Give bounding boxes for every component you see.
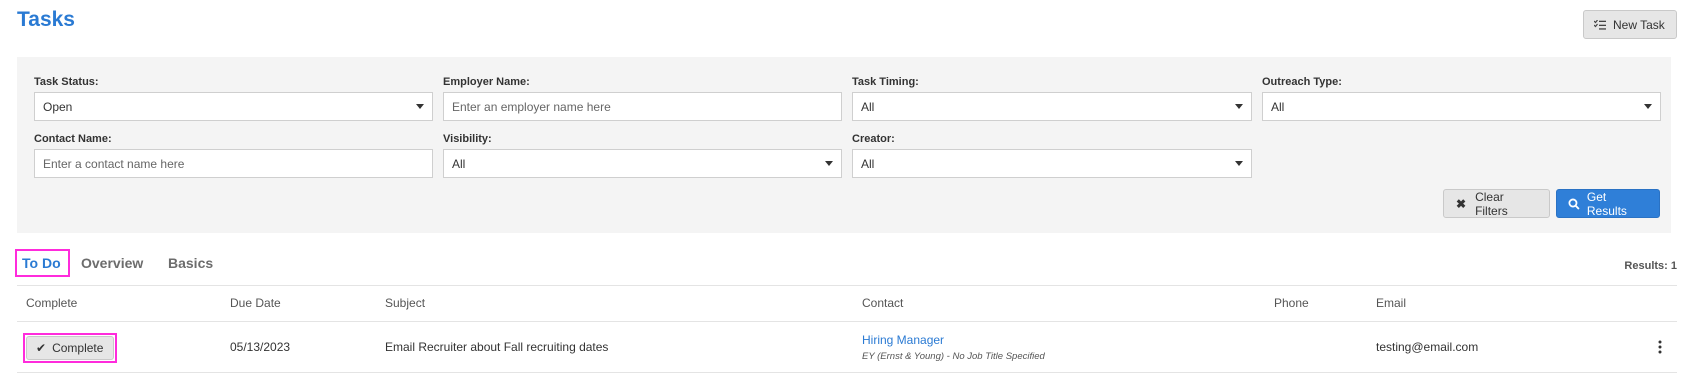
get-results-button[interactable]: Get Results	[1556, 189, 1660, 218]
visibility-label: Visibility:	[443, 133, 492, 145]
outreach-type-label: Outreach Type:	[1262, 76, 1342, 88]
creator-select[interactable]: All	[852, 149, 1252, 178]
task-status-label: Task Status:	[34, 76, 99, 88]
checklist-icon	[1594, 19, 1606, 30]
task-timing-select[interactable]: All	[852, 92, 1252, 121]
tab-overview[interactable]: Overview	[81, 255, 143, 271]
creator-value: All	[861, 156, 875, 171]
subject-cell: Email Recruiter about Fall recruiting da…	[385, 340, 609, 354]
column-header-email: Email	[1376, 296, 1407, 310]
new-task-button[interactable]: New Task	[1583, 10, 1677, 39]
creator-label: Creator:	[852, 133, 895, 145]
caret-down-icon	[825, 161, 833, 166]
complete-button[interactable]: ✔ Complete	[26, 336, 114, 360]
page-title: Tasks	[17, 8, 75, 31]
tab-basics[interactable]: Basics	[168, 255, 213, 271]
outreach-type-value: All	[1271, 99, 1285, 114]
column-header-phone: Phone	[1274, 296, 1309, 310]
visibility-select[interactable]: All	[443, 149, 842, 178]
email-cell: testing@email.com	[1376, 340, 1479, 354]
task-status-select[interactable]: Open	[34, 92, 433, 121]
task-timing-label: Task Timing:	[852, 76, 919, 88]
results-count: Results: 1	[1624, 260, 1677, 272]
employer-name-label: Employer Name:	[443, 76, 530, 88]
due-date-cell: 05/13/2023	[230, 340, 291, 354]
contact-name-label: Contact Name:	[34, 133, 112, 145]
complete-button-label: Complete	[52, 341, 104, 355]
close-icon: ✖	[1456, 196, 1467, 211]
task-status-value: Open	[43, 99, 73, 114]
new-task-label: New Task	[1613, 17, 1665, 32]
search-icon	[1568, 198, 1580, 210]
checkmark-icon: ✔	[36, 341, 47, 355]
caret-down-icon	[416, 104, 424, 109]
visibility-value: All	[452, 156, 466, 171]
outreach-type-select[interactable]: All	[1262, 92, 1661, 121]
caret-down-icon	[1644, 104, 1652, 109]
task-timing-value: All	[861, 99, 875, 114]
employer-name-input[interactable]	[443, 92, 842, 121]
clear-filters-button[interactable]: ✖ Clear Filters	[1443, 189, 1550, 218]
column-header-contact: Contact	[862, 296, 904, 310]
caret-down-icon	[1235, 161, 1243, 166]
more-options-icon[interactable]	[1656, 340, 1664, 354]
column-header-complete: Complete	[26, 296, 78, 310]
contact-name-link[interactable]: Hiring Manager	[862, 333, 944, 347]
contact-detail: EY (Ernst & Young) - No Job Title Specif…	[862, 351, 1045, 362]
column-header-due-date: Due Date	[230, 296, 281, 310]
divider	[17, 372, 1677, 373]
divider	[17, 285, 1677, 286]
get-results-label: Get Results	[1586, 189, 1627, 218]
column-header-subject: Subject	[385, 296, 426, 310]
tab-to-do[interactable]: To Do	[22, 255, 61, 271]
contact-name-input[interactable]	[34, 149, 433, 178]
caret-down-icon	[1235, 104, 1243, 109]
filters-panel	[17, 57, 1671, 233]
clear-filters-label: Clear Filters	[1475, 189, 1508, 218]
